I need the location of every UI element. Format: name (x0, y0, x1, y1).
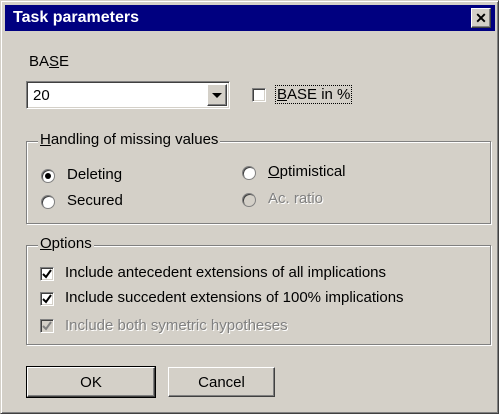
close-icon: ✕ (475, 10, 487, 26)
radio-secured-label: Secured (67, 192, 123, 209)
radio-deleting-label: Deleting (67, 166, 123, 183)
close-button[interactable]: ✕ (471, 8, 491, 28)
ok-button-label: OK (80, 373, 102, 391)
base-dropdown-button[interactable] (207, 84, 227, 106)
checkmark-icon (42, 269, 52, 279)
include-symetric-label: Include both symetric hypotheses (65, 317, 288, 334)
include-antecedent-checkbox[interactable] (40, 267, 54, 281)
base-in-percent-label[interactable]: BASE in % (274, 85, 353, 104)
radio-optimistical[interactable] (242, 166, 256, 180)
include-succedent-checkbox[interactable] (40, 292, 54, 306)
radio-selected-dot (45, 173, 51, 179)
radio-ac-ratio-label: Ac. ratio (268, 190, 324, 207)
chevron-down-icon (212, 92, 222, 98)
base-in-percent-checkbox[interactable] (252, 88, 266, 102)
base-value: 20 (33, 87, 50, 104)
checkmark-icon (42, 321, 52, 331)
title-bar[interactable]: Task parameters ✕ (5, 5, 495, 31)
radio-deleting[interactable] (41, 169, 55, 183)
options-legend: Options (38, 235, 94, 252)
checkmark-icon (42, 294, 52, 304)
include-symetric-checkbox (40, 319, 54, 333)
task-parameters-dialog: Task parameters ✕ BASE 20 BASE in % Hand… (0, 0, 499, 414)
cancel-button-label: Cancel (198, 373, 245, 391)
base-combobox[interactable]: 20 (26, 81, 230, 109)
missing-values-legend: Handling of missing values (38, 131, 221, 148)
base-label: BASE (29, 53, 70, 70)
include-succedent-label: Include succedent extensions of 100% imp… (65, 289, 404, 306)
include-antecedent-label: Include antecedent extensions of all imp… (65, 264, 387, 281)
window-title: Task parameters (13, 9, 139, 26)
radio-secured[interactable] (41, 195, 55, 209)
cancel-button[interactable]: Cancel (168, 367, 275, 397)
radio-ac-ratio (242, 193, 256, 207)
ok-button[interactable]: OK (26, 366, 156, 398)
radio-optimistical-label: Optimistical (268, 163, 346, 180)
